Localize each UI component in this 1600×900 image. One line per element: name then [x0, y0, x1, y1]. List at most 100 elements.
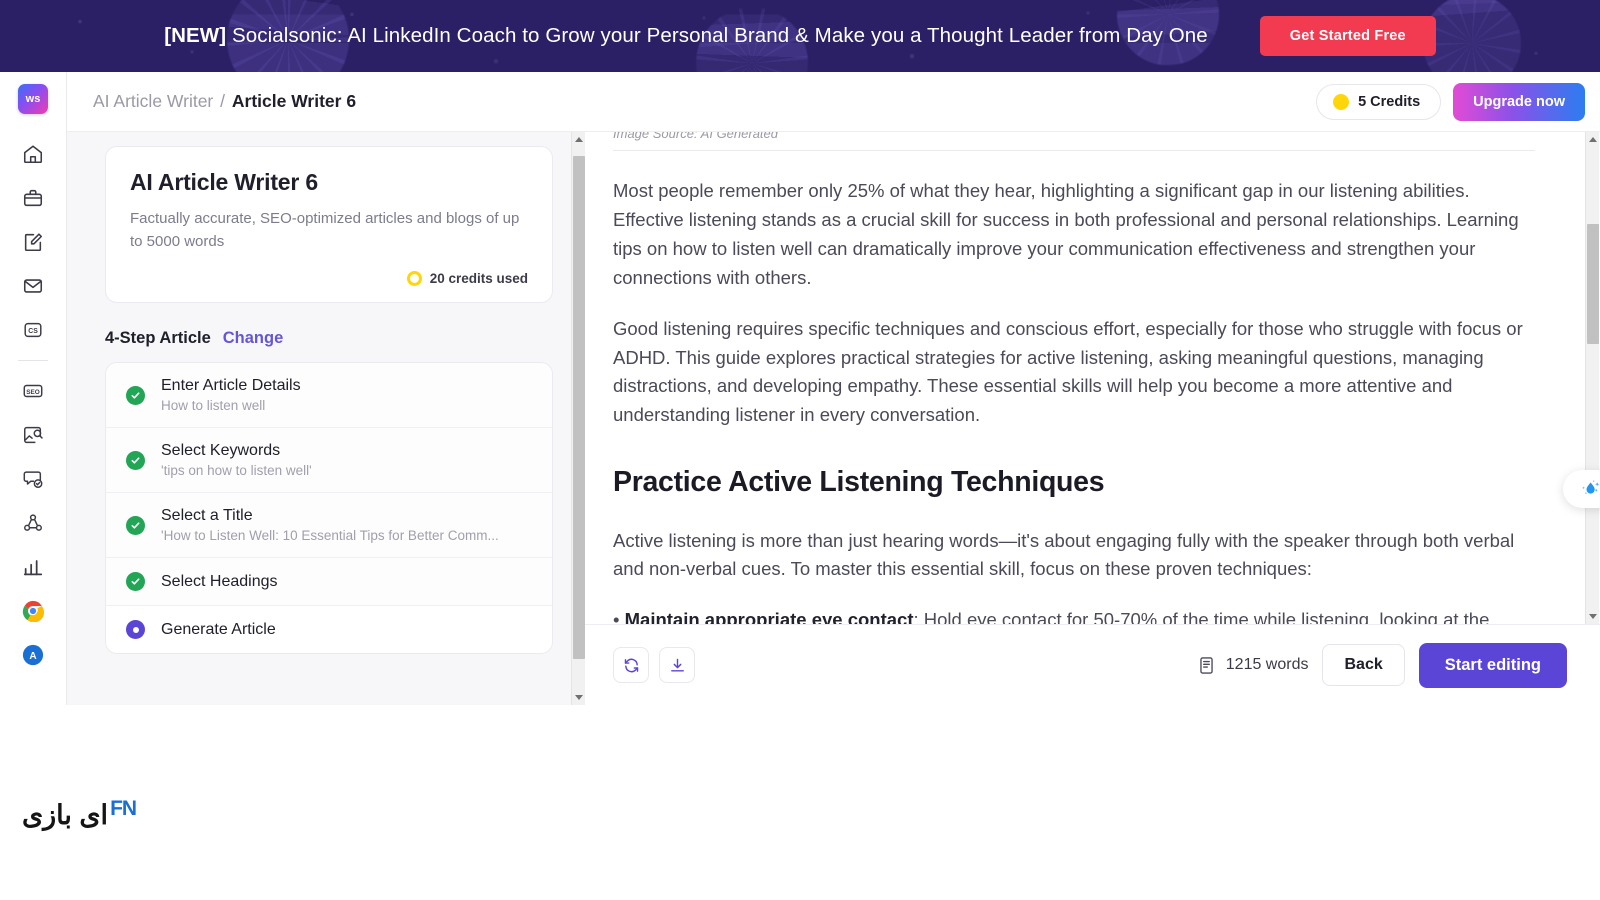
tool-info-card: AI Article Writer 6 Factually accurate, … [105, 146, 553, 303]
sidebar-item-projects[interactable] [11, 176, 55, 220]
step-select-headings[interactable]: Select Headings [106, 558, 552, 606]
sidebar-item-inbox[interactable] [11, 264, 55, 308]
document-icon [1197, 656, 1216, 675]
editor-footer-toolbar: 1215 words Back Start editing [585, 624, 1600, 705]
left-panel: AI Article Writer 6 Factually accurate, … [67, 132, 585, 705]
svg-text:CS: CS [28, 328, 38, 335]
step-select-a-title[interactable]: Select a Title 'How to Listen Well: 10 E… [106, 493, 552, 558]
step-label: Enter Article Details [161, 377, 301, 395]
word-count: 1215 words [1197, 656, 1309, 675]
upgrade-now-button[interactable]: Upgrade now [1453, 83, 1585, 121]
download-button[interactable] [659, 647, 695, 683]
step-label: Select Keywords [161, 442, 312, 460]
sidebar-item-cs[interactable]: CS [11, 308, 55, 352]
step-text: Enter Article Details How to listen well [161, 377, 301, 413]
article-paragraph-1: Most people remember only 25% of what th… [613, 177, 1535, 292]
scroll-down-arrow-icon[interactable] [572, 690, 585, 705]
avatar[interactable]: A [11, 633, 55, 677]
document-viewport: Image Source: AI Generated Most people r… [585, 132, 1585, 624]
sidebar-item-analytics[interactable] [11, 545, 55, 589]
breadcrumb-current: Article Writer 6 [232, 91, 356, 111]
step-label: Select a Title [161, 507, 499, 525]
promo-banner: [NEW] Socialsonic: AI LinkedIn Coach to … [0, 0, 1600, 72]
article-heading-1: Practice Active Listening Techniques [613, 460, 1535, 504]
download-icon [669, 657, 686, 674]
analytics-icon [22, 556, 44, 578]
sidebar-item-seo[interactable]: SEO [11, 369, 55, 413]
scrollbar-thumb[interactable] [1587, 224, 1599, 344]
promo-badge: [NEW] [164, 24, 226, 47]
watermark-text-fa: ای بازی [22, 800, 108, 831]
scroll-down-arrow-icon[interactable] [1586, 609, 1600, 624]
document-scrollbar[interactable] [1585, 132, 1599, 624]
start-editing-button[interactable]: Start editing [1419, 643, 1567, 688]
step-select-keywords[interactable]: Select Keywords 'tips on how to listen w… [106, 428, 552, 493]
editor-panel: Image Source: AI Generated Most people r… [585, 132, 1600, 705]
sidebar-item-chrome[interactable] [11, 589, 55, 633]
check-circle-icon [126, 386, 145, 405]
network-icon [22, 512, 44, 534]
article-document: Image Source: AI Generated Most people r… [585, 132, 1585, 624]
scrollbar-thumb[interactable] [573, 156, 585, 659]
credits-label: 5 Credits [1358, 94, 1420, 110]
coin-ring-icon [407, 271, 422, 286]
breadcrumb-parent[interactable]: AI Article Writer [93, 91, 213, 111]
brand-logo[interactable]: ws [18, 84, 48, 114]
app-topbar: AI Article Writer / Article Writer 6 5 C… [67, 72, 1600, 132]
article-bullet-1: • Maintain appropriate eye contact: Hold… [613, 606, 1535, 624]
breadcrumb: AI Article Writer / Article Writer 6 [93, 91, 356, 112]
scroll-up-arrow-icon[interactable] [1586, 132, 1600, 147]
topbar-actions: 5 Credits Upgrade now [1316, 83, 1585, 121]
sidebar-item-home[interactable] [11, 132, 55, 176]
ai-assistant-fab[interactable] [1563, 470, 1600, 508]
seo-icon: SEO [22, 380, 44, 402]
water-drop-sparkle-icon [1577, 477, 1600, 501]
app-shell: AI Article Writer / Article Writer 6 5 C… [66, 72, 1600, 705]
sidebar-item-image-search[interactable] [11, 413, 55, 457]
sidebar-item-network[interactable] [11, 501, 55, 545]
steps-list: Enter Article Details How to listen well… [105, 362, 553, 654]
check-circle-icon [126, 572, 145, 591]
footer-right-group: 1215 words Back Start editing [1197, 643, 1567, 688]
chat-check-icon [22, 468, 44, 490]
tool-title: AI Article Writer 6 [130, 169, 528, 196]
svg-text:A: A [29, 651, 37, 662]
bullet-marker: • [613, 609, 625, 624]
check-circle-icon [126, 516, 145, 535]
left-panel-content: AI Article Writer 6 Factually accurate, … [67, 132, 571, 654]
step-generate-article[interactable]: Generate Article [106, 606, 552, 653]
step-sublabel: How to listen well [161, 398, 301, 413]
sidebar-item-writer[interactable] [11, 220, 55, 264]
left-panel-scrollbar[interactable] [571, 132, 585, 705]
check-circle-icon [126, 451, 145, 470]
briefcase-icon [22, 187, 44, 209]
back-button[interactable]: Back [1322, 644, 1404, 686]
watermark-text-en: FN [110, 797, 136, 821]
step-enter-article-details[interactable]: Enter Article Details How to listen well [106, 363, 552, 428]
scroll-up-arrow-icon[interactable] [572, 132, 585, 147]
bullet-bold-lead: Maintain appropriate eye contact [625, 609, 914, 624]
refresh-icon [623, 657, 640, 674]
app-body: AI Article Writer 6 Factually accurate, … [67, 132, 1600, 705]
active-step-icon [126, 620, 145, 639]
credits-used-label: 20 credits used [430, 271, 528, 286]
steps-header: 4-Step Article Change [105, 329, 553, 348]
rail-divider [18, 360, 48, 361]
step-text: Select a Title 'How to Listen Well: 10 E… [161, 507, 499, 543]
regenerate-button[interactable] [613, 647, 649, 683]
coin-icon [1333, 94, 1349, 110]
icon-rail: ws CS [0, 72, 66, 705]
step-sublabel: 'tips on how to listen well' [161, 463, 312, 478]
watermark: ای بازی FN [22, 800, 136, 831]
credits-badge[interactable]: 5 Credits [1316, 84, 1441, 120]
sidebar-item-chat-check[interactable] [11, 457, 55, 501]
change-workflow-link[interactable]: Change [223, 329, 284, 348]
step-text: Select Headings [161, 573, 278, 591]
step-text: Generate Article [161, 621, 276, 639]
home-icon [22, 143, 44, 165]
page-root: [NEW] Socialsonic: AI LinkedIn Coach to … [0, 0, 1600, 900]
get-started-free-button[interactable]: Get Started Free [1260, 16, 1436, 56]
chrome-icon [22, 600, 44, 622]
step-label: Select Headings [161, 573, 278, 591]
avatar-icon: A [22, 644, 44, 666]
